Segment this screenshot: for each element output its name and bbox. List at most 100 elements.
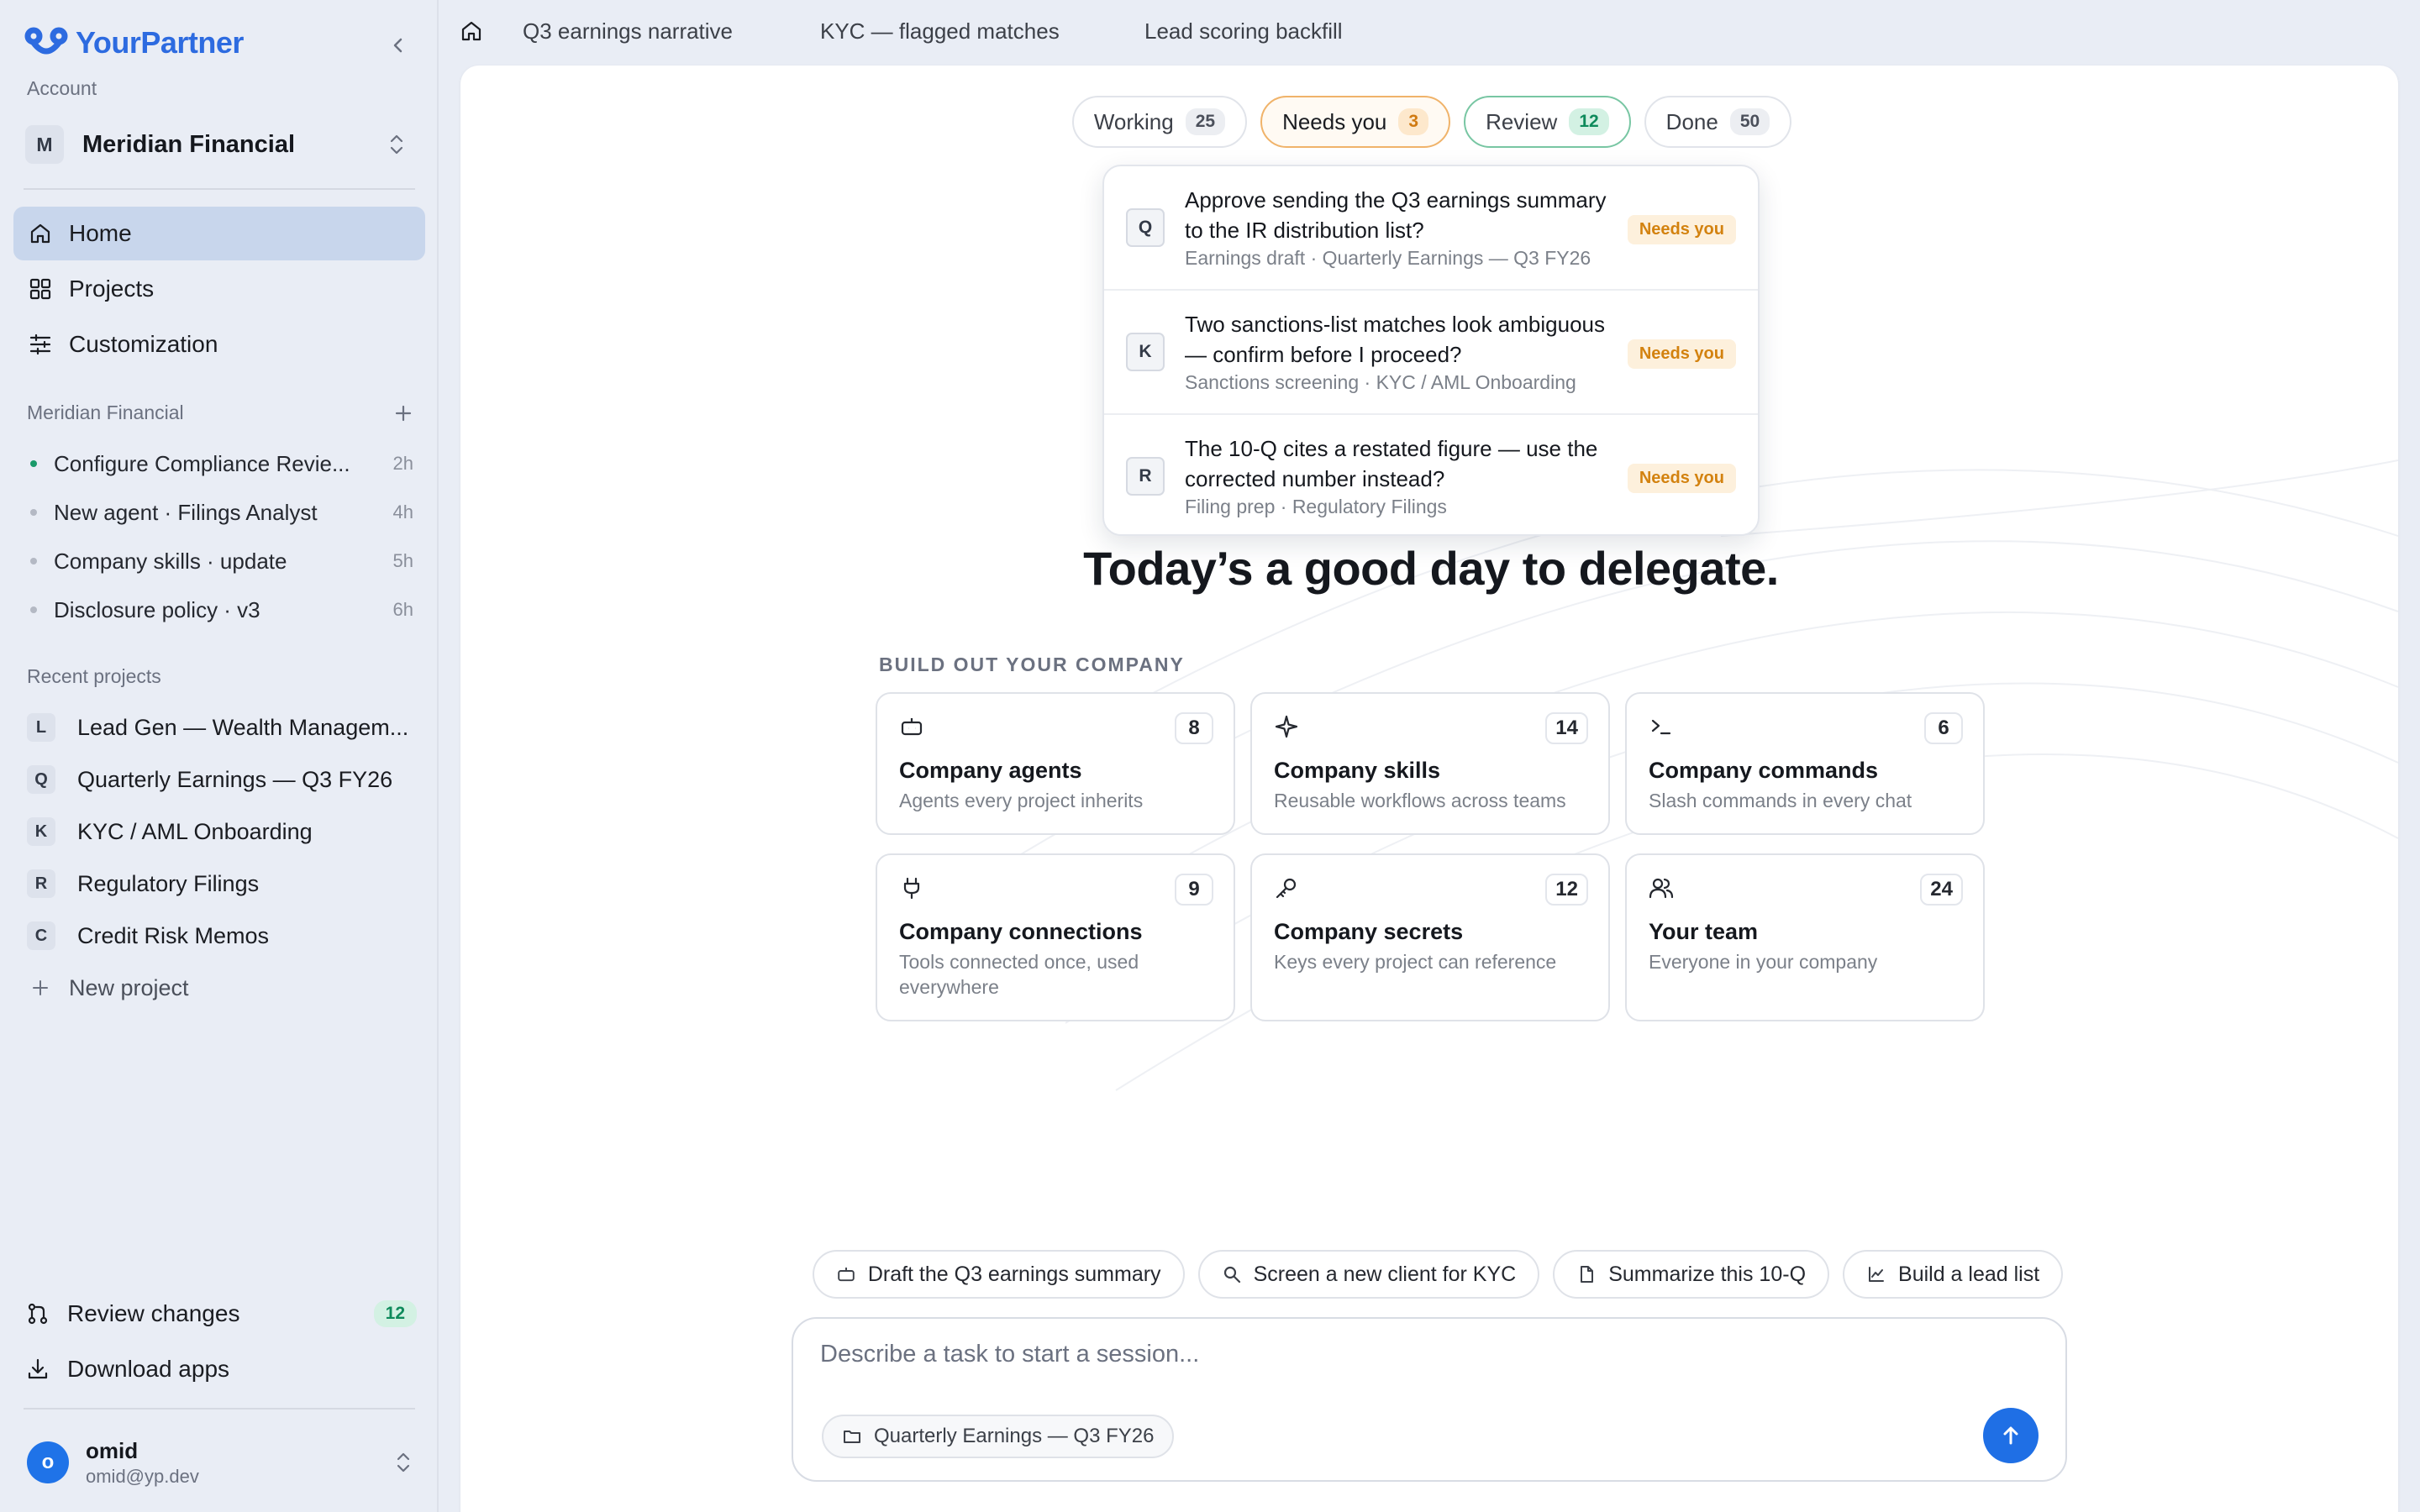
- user-menu[interactable]: o omid omid@yp.dev: [27, 1438, 418, 1487]
- pill-review[interactable]: Review 12: [1464, 96, 1631, 148]
- nav-item-label: Projects: [69, 276, 155, 302]
- pill-count: 50: [1729, 108, 1770, 135]
- folder-icon: [844, 1431, 860, 1443]
- pill-label: Done: [1665, 108, 1718, 134]
- nav-item-customization[interactable]: Customization: [13, 318, 425, 371]
- app-logo[interactable]: YourPartner: [24, 25, 244, 60]
- needs-you-item[interactable]: Q Approve sending the Q3 earnings summar…: [1104, 166, 1758, 291]
- account-switcher[interactable]: M Meridian Financial: [25, 123, 412, 166]
- logo-icon: [24, 27, 68, 55]
- suggestion-build-lead-list[interactable]: Build a lead list: [1843, 1250, 2064, 1299]
- card-title: Your team: [1649, 919, 1759, 944]
- pill-label: Needs you: [1282, 108, 1387, 134]
- project-initial: L: [27, 713, 55, 742]
- download-apps-button[interactable]: Download apps: [25, 1346, 417, 1393]
- home-tab[interactable]: [459, 18, 484, 44]
- sessions-header-title: Meridian Financial: [27, 402, 184, 423]
- divider: [24, 1408, 415, 1410]
- divider: [24, 188, 415, 190]
- project-initial: R: [27, 869, 55, 898]
- session-title: Disclosure policy · v3: [54, 596, 260, 622]
- suggestion-summarize-10q[interactable]: Summarize this 10-Q: [1553, 1250, 1830, 1299]
- download-apps-label: Download apps: [67, 1356, 230, 1382]
- project-initial: Q: [27, 765, 55, 794]
- recent-projects-header: Recent projects: [27, 665, 161, 687]
- tab-lead-scoring-backfill[interactable]: Lead scoring backfill: [1144, 18, 1343, 45]
- nav-item-label: Customization: [69, 331, 218, 357]
- key-icon: [1274, 875, 1299, 900]
- card-company-skills[interactable]: 14 Company skills Reusable workflows acr…: [1250, 692, 1610, 835]
- status-badge: Needs you: [1627, 215, 1736, 244]
- session-item[interactable]: New agent · Filings Analyst 4h: [30, 494, 413, 531]
- project-initial: Q: [1126, 208, 1165, 247]
- account-avatar: M: [25, 125, 64, 164]
- project-initial: K: [27, 817, 55, 846]
- card-count: 24: [1920, 874, 1963, 906]
- collapse-sidebar-button[interactable]: [383, 30, 413, 60]
- pill-count: 3: [1398, 108, 1429, 135]
- nav-item-projects[interactable]: Projects: [13, 262, 425, 316]
- home-icon: [27, 220, 54, 247]
- card-company-commands[interactable]: 6 Company commands Slash commands in eve…: [1625, 692, 1985, 835]
- card-company-connections[interactable]: 9 Company connections Tools connected on…: [876, 853, 1235, 1021]
- pill-working[interactable]: Working 25: [1071, 96, 1248, 148]
- session-item[interactable]: Configure Compliance Revie... 2h: [30, 445, 413, 482]
- suggestion-draft-q3-summary[interactable]: Draft the Q3 earnings summary: [812, 1250, 1185, 1299]
- project-chip-label: Quarterly Earnings — Q3 FY26: [874, 1425, 1155, 1447]
- needs-you-item[interactable]: K Two sanctions-list matches look ambigu…: [1104, 291, 1758, 415]
- suggestion-chips: Draft the Q3 earnings summary Screen a n…: [460, 1250, 2398, 1299]
- card-your-team[interactable]: 24 Your team Everyone in your company: [1625, 853, 1985, 1021]
- item-title: The 10-Q cites a restated figure — use t…: [1185, 436, 1598, 491]
- session-title: Configure Compliance Revie...: [54, 450, 350, 476]
- home-icon: [461, 21, 481, 41]
- git-pull-request-icon: [28, 1303, 48, 1325]
- nav-item-label: Home: [69, 220, 132, 246]
- download-icon: [28, 1358, 48, 1379]
- project-item[interactable]: Q Quarterly Earnings — Q3 FY26: [27, 758, 413, 801]
- project-item[interactable]: C Credit Risk Memos: [27, 914, 413, 958]
- session-status-dot: [30, 558, 37, 564]
- task-input[interactable]: [820, 1341, 1912, 1368]
- project-item[interactable]: L Lead Gen — Wealth Managem...: [27, 706, 413, 749]
- suggestion-screen-kyc[interactable]: Screen a new client for KYC: [1197, 1250, 1540, 1299]
- sparkle-icon: [1274, 714, 1299, 739]
- avatar: o: [27, 1441, 69, 1483]
- chevron-updown-icon: [390, 134, 403, 155]
- chip-label: Summarize this 10-Q: [1608, 1262, 1807, 1286]
- session-status-dot: [30, 460, 37, 467]
- sidebar: YourPartner Account M Meridian Financial…: [0, 0, 439, 1512]
- card-subtitle: Tools connected once, used everywhere: [899, 951, 1139, 998]
- session-status-dot: [30, 606, 37, 613]
- review-changes-count: 12: [373, 1300, 417, 1327]
- card-company-agents[interactable]: 8 Company agents Agents every project in…: [876, 692, 1235, 835]
- session-item[interactable]: Company skills · update 5h: [30, 543, 413, 580]
- session-title: Company skills · update: [54, 548, 287, 574]
- card-title: Company connections: [899, 919, 1143, 944]
- new-project-button[interactable]: New project: [30, 968, 189, 1008]
- user-name: omid: [86, 1437, 139, 1463]
- nav-item-home[interactable]: Home: [13, 207, 425, 260]
- send-button[interactable]: [1983, 1408, 2039, 1463]
- card-count: 6: [1924, 712, 1963, 744]
- account-label: Account: [27, 77, 97, 99]
- plus-icon: [33, 980, 48, 995]
- users-icon: [1649, 875, 1674, 900]
- review-changes-button[interactable]: Review changes 12: [25, 1290, 417, 1337]
- card-title: Company agents: [899, 758, 1082, 783]
- project-item[interactable]: K KYC / AML Onboarding: [27, 810, 413, 853]
- tab-q3-earnings-narrative[interactable]: Q3 earnings narrative: [523, 18, 733, 45]
- tab-kyc-flagged-matches[interactable]: KYC — flagged matches: [820, 18, 1060, 45]
- project-initial: R: [1126, 457, 1165, 496]
- card-count: 14: [1545, 712, 1588, 744]
- session-item[interactable]: Disclosure policy · v3 6h: [30, 591, 413, 628]
- project-item[interactable]: R Regulatory Filings: [27, 862, 413, 906]
- project-selector-chip[interactable]: Quarterly Earnings — Q3 FY26: [822, 1415, 1175, 1458]
- pill-done[interactable]: Done 50: [1644, 96, 1792, 148]
- card-company-secrets[interactable]: 12 Company secrets Keys every project ca…: [1250, 853, 1610, 1021]
- pill-needs-you[interactable]: Needs you 3: [1260, 96, 1451, 148]
- card-subtitle: Reusable workflows across teams: [1274, 790, 1566, 811]
- needs-you-item[interactable]: R The 10-Q cites a restated figure — use…: [1104, 415, 1758, 534]
- card-subtitle: Keys every project can reference: [1274, 951, 1557, 973]
- terminal-icon: [1649, 714, 1674, 739]
- add-session-icon[interactable]: [393, 403, 413, 423]
